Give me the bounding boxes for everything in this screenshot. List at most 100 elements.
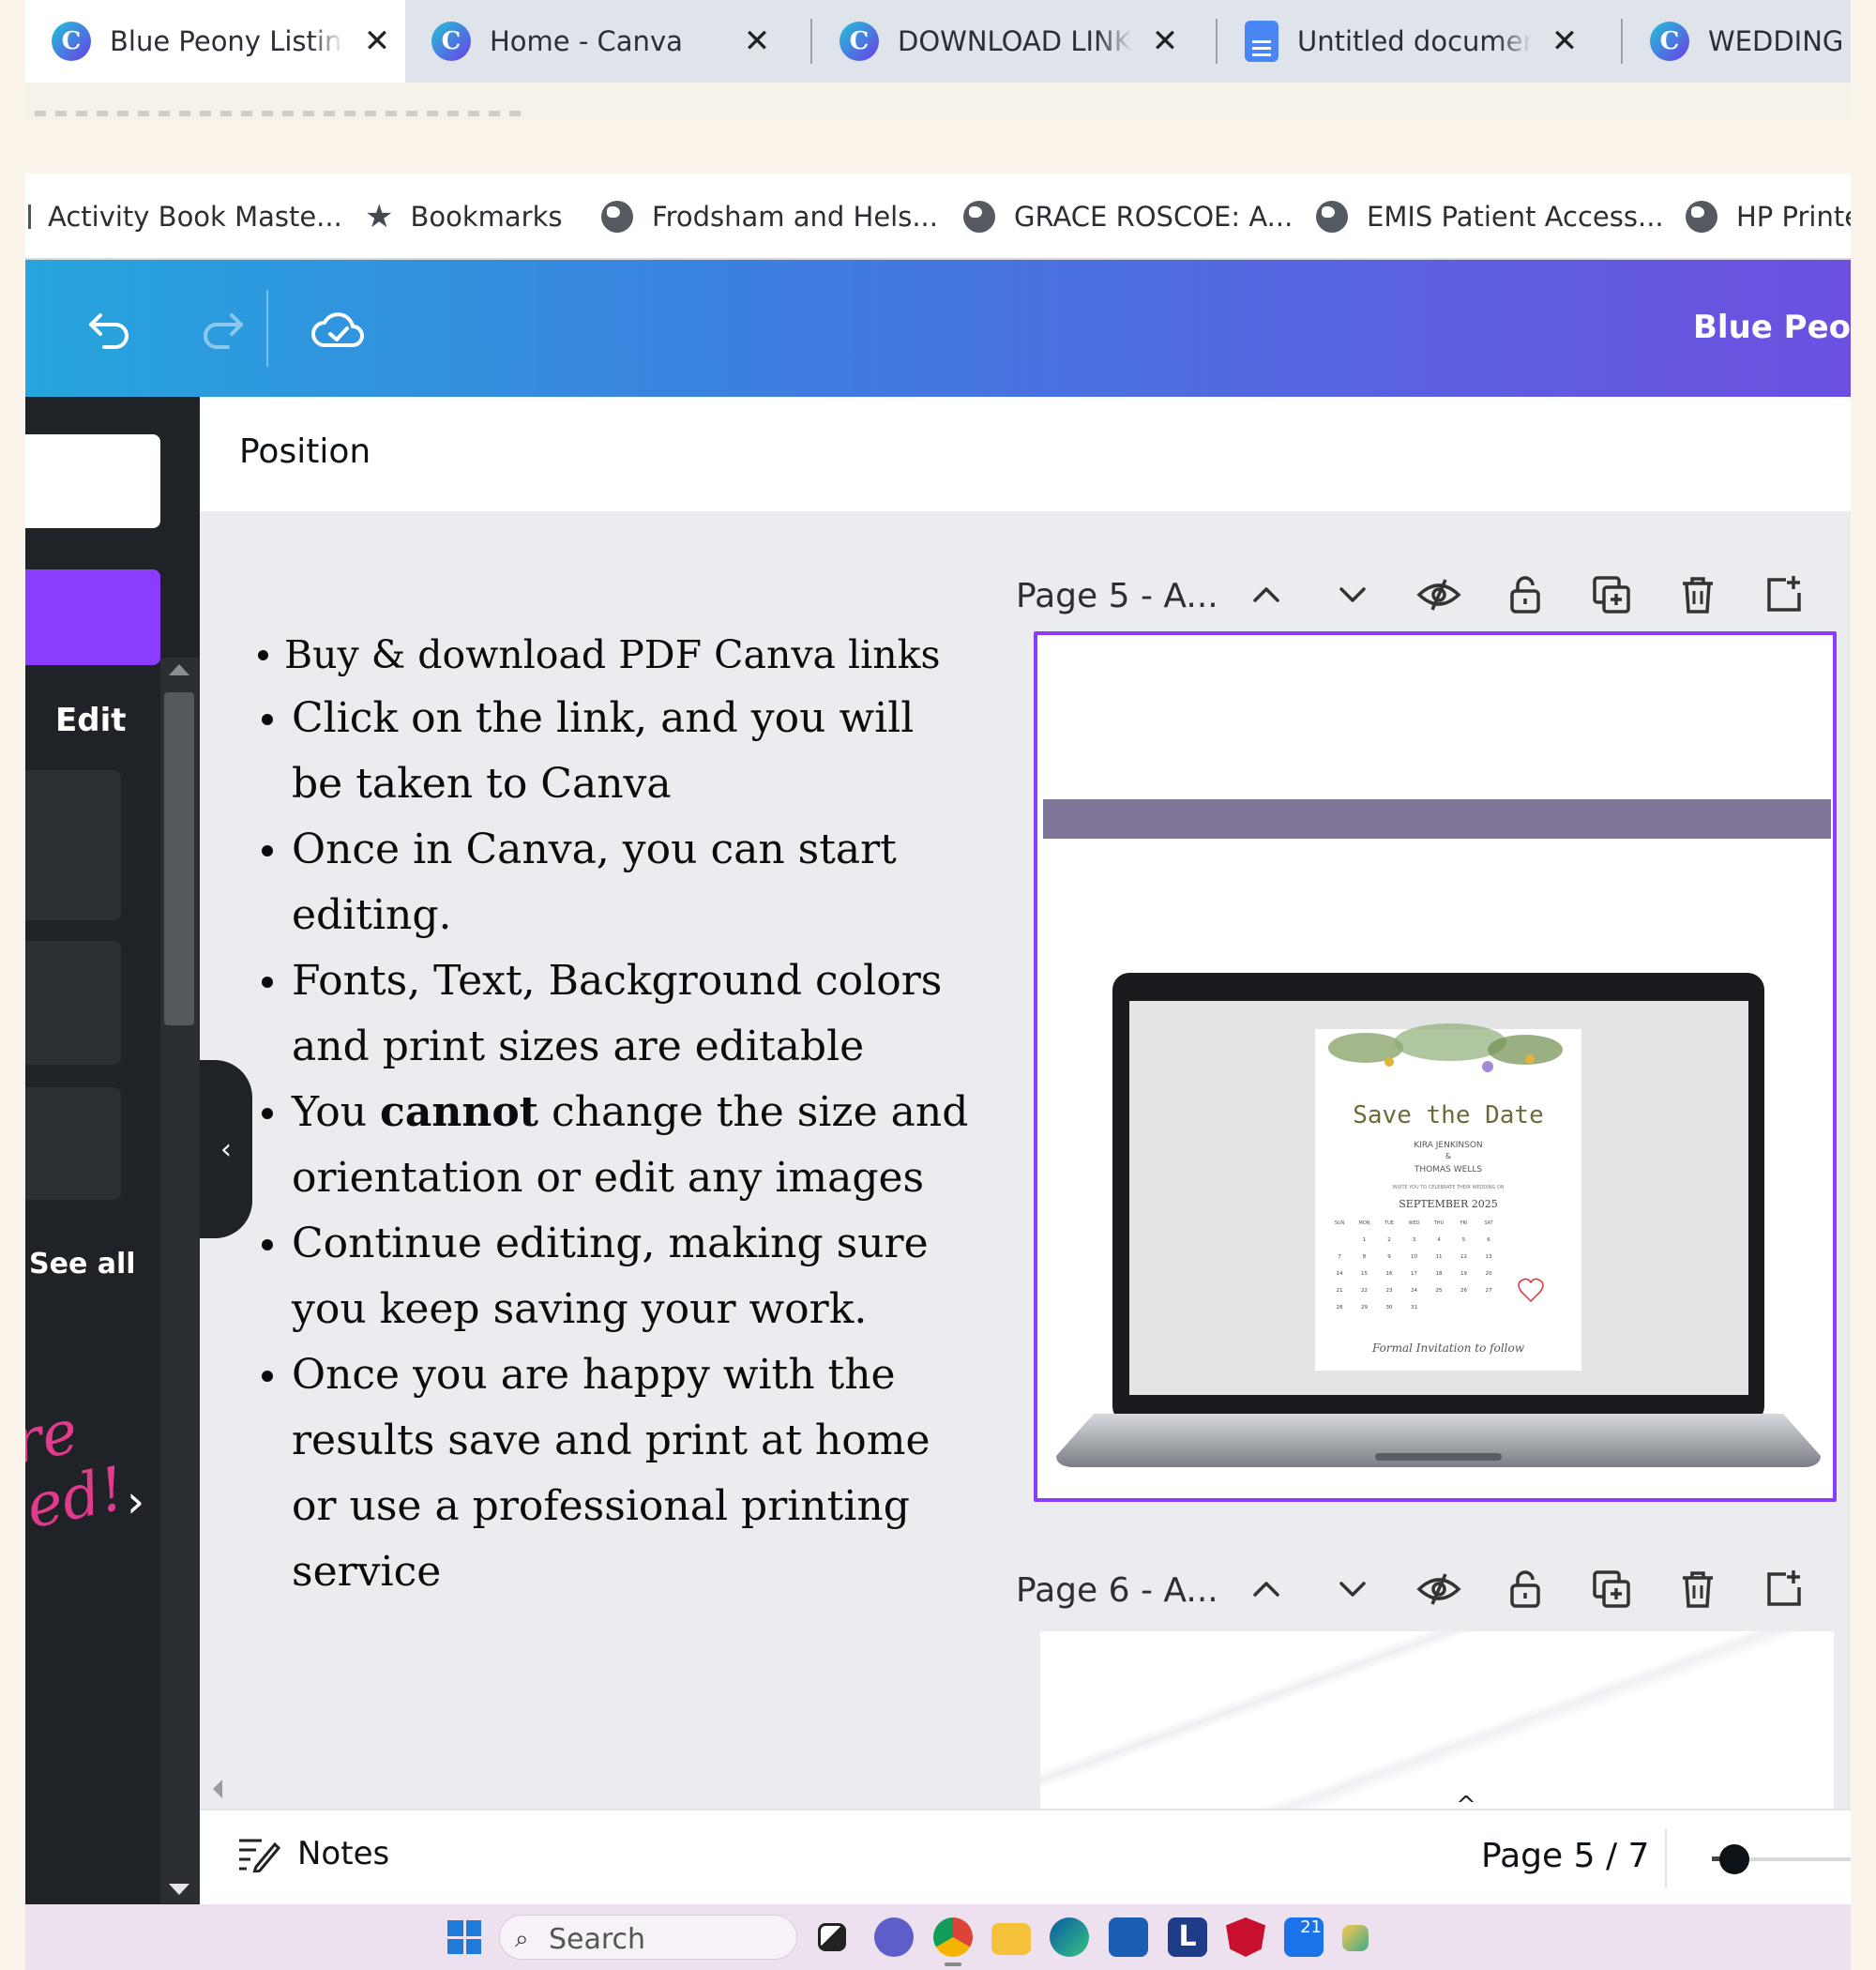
page-counter[interactable]: Page 5 / 7 [1481,1837,1649,1875]
tab-title: Home - Canva [490,25,683,57]
duplicate-page-button[interactable] [1586,569,1637,620]
tab-wedding[interactable]: C WEDDING I [1624,0,1851,83]
calendar-day: 17 [1411,1271,1417,1277]
scrollbar-thumb[interactable] [164,692,194,1025]
task-view-icon[interactable] [818,1923,846,1951]
calendar-day: 22 [1361,1288,1368,1294]
calendar-day: 5 [1462,1237,1466,1243]
calendar-day: 16 [1386,1271,1393,1277]
delete-page-button[interactable] [1672,1564,1723,1614]
emphasis-text: cannot [380,1088,538,1136]
page-up-button[interactable] [1241,1564,1292,1614]
taskbar-search[interactable]: ⌕ Search [499,1915,797,1960]
mcafee-icon[interactable] [1226,1917,1265,1957]
lock-page-button[interactable] [1500,1564,1551,1614]
photos-icon[interactable] [1342,1925,1369,1951]
close-icon[interactable]: ✕ [743,23,771,60]
hide-page-button[interactable] [1414,1564,1464,1614]
file-explorer-icon[interactable] [991,1923,1031,1955]
calendar-day: 31 [1411,1305,1417,1311]
chevron-right-icon[interactable]: › [127,1476,144,1528]
chrome-icon[interactable] [933,1917,973,1957]
bookmark-grace-roscoe[interactable]: GRACE ROSCOE: A... [963,174,1293,260]
position-label[interactable]: Position [239,432,371,471]
store-icon[interactable] [1109,1917,1148,1957]
l-app-icon[interactable]: L [1168,1917,1207,1957]
scroll-left-icon[interactable] [213,1780,222,1798]
lock-page-button[interactable] [1500,569,1551,620]
bookmark-frodsham[interactable]: Frodsham and Hels... [601,174,938,260]
instruction-item: Once in Canva, you can start editing. [256,817,969,948]
star-icon: ★ [365,198,394,235]
bookmark-label: Activity Book Maste... [48,201,342,233]
scroll-up-icon[interactable] [169,664,189,675]
purple-stripe [1043,799,1831,839]
page-up-button[interactable] [1241,569,1292,620]
std-title: Save the Date [1353,1101,1544,1129]
page-down-button[interactable] [1327,1564,1378,1614]
primary-action-button[interactable] [25,569,160,665]
calendar-day: 13 [1486,1254,1492,1260]
globe-icon [1686,201,1717,233]
instruction-item: Once you are happy with the results save… [256,1342,969,1605]
search-icon: ⌕ [515,1925,529,1953]
globe-icon [1316,201,1348,233]
calendar-day: 26 [1460,1288,1467,1294]
tab-home-canva[interactable]: C Home - Canva ✕ [405,0,809,83]
tab-untitled-document[interactable]: Untitled document ✕ [1218,0,1622,83]
windows-start-icon[interactable] [447,1920,481,1954]
close-icon[interactable]: ✕ [1551,23,1579,60]
add-page-button[interactable] [1759,569,1809,620]
bookmark-emis[interactable]: EMIS Patient Access... [1316,174,1664,260]
redo-button[interactable] [189,297,255,363]
save-the-date-card: Save the Date KIRA JENKINSON & THOMAS WE… [1315,1023,1581,1371]
tab-separator [1216,19,1218,64]
bookmark-bookmarks[interactable]: ★ Bookmarks [365,174,563,260]
scroll-down-icon[interactable] [169,1884,189,1895]
calendar-day: 21 [1337,1288,1343,1294]
template-thumbnail[interactable] [25,941,121,1065]
page-down-button[interactable] [1327,569,1378,620]
hide-page-button[interactable] [1414,569,1464,620]
std-name-2: THOMAS WELLS [1414,1165,1482,1174]
duplicate-page-button[interactable] [1586,1564,1637,1614]
tab-blue-peony-listing[interactable]: C Blue Peony Listing ✕ [25,0,405,83]
bookmark-hp-printer[interactable]: HP Printe [1686,174,1851,260]
editor-footer: Notes Page 5 / 7 [200,1809,1851,1904]
instruction-list[interactable]: Buy & download PDF Canva links Click on t… [256,624,969,1605]
template-thumbnail[interactable] [25,770,121,920]
bookmark-label: Bookmarks [410,201,563,233]
zoom-slider-knob[interactable] [1719,1844,1749,1874]
edit-heading: Edit [55,702,127,739]
bookmark-label: GRACE ROSCOE: A... [1014,201,1294,233]
calendar-day: 23 [1386,1288,1393,1294]
undo-button[interactable] [77,297,143,363]
see-all-link[interactable]: See all [29,1248,136,1280]
page-5-canvas[interactable]: Save the Date KIRA JENKINSON & THOMAS WE… [1034,631,1837,1502]
notes-button[interactable]: Notes [237,1835,389,1872]
page-6-title[interactable]: Page 6 - A... [1016,1571,1218,1610]
calendar-day: 20 [1486,1271,1492,1277]
instruction-item: Click on the link, and you will be taken… [256,686,969,817]
mail-badge: 21 [1300,1917,1322,1937]
template-thumbnail[interactable] [25,1087,121,1200]
edge-icon[interactable] [1050,1917,1089,1957]
delete-page-button[interactable] [1672,569,1723,620]
search-field[interactable] [25,434,160,528]
close-icon[interactable]: ✕ [1151,23,1179,60]
tab-download-links[interactable]: C DOWNLOAD LINKS ✕ [813,0,1217,83]
calendar-day: 3 [1413,1237,1416,1243]
document-title[interactable]: Blue Peon [1693,309,1851,346]
close-icon[interactable]: ✕ [363,23,391,60]
laptop-mockup-image[interactable]: Save the Date KIRA JENKINSON & THOMAS WE… [1056,973,1821,1470]
collapse-panel-button[interactable]: ‹ [200,1060,252,1238]
chat-icon[interactable] [874,1917,914,1957]
page-5-title[interactable]: Page 5 - A... [1016,577,1218,615]
add-page-button[interactable] [1759,1564,1809,1614]
page-6-canvas[interactable] [1040,1631,1834,1809]
browser-tab-bar: C Blue Peony Listing ✕ C Home - Canva ✕ … [25,0,1851,83]
calendar-day: 6 [1487,1237,1490,1243]
mail-icon[interactable]: 21 [1284,1917,1324,1957]
save-status-button[interactable] [305,297,371,363]
bookmark-activity-book[interactable]: Activity Book Maste... [25,174,342,260]
